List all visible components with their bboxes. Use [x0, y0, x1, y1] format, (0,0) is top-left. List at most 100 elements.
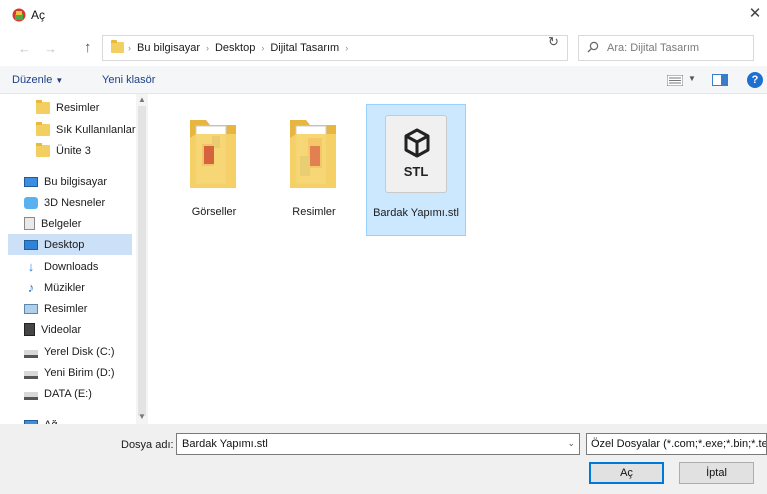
music-icon: ♪ — [27, 279, 35, 295]
file-type-value: Özel Dosyalar (*.com;*.exe;*.bin;*.tex — [591, 438, 767, 450]
folder-icon — [36, 142, 50, 157]
pictures-icon — [24, 303, 38, 314]
breadcrumb: › Bu bilgisayar › Desktop › Dijital Tasa… — [128, 42, 348, 54]
sidebar-item-m-zikler[interactable]: ♪ Müzikler — [24, 277, 136, 298]
forward-button[interactable]: → — [44, 41, 57, 56]
folder-icon — [111, 40, 124, 53]
view-dropdown-icon[interactable]: ▼ — [688, 74, 696, 83]
open-button[interactable]: Aç — [589, 462, 664, 484]
search-input[interactable]: Ara: Dijital Tasarım — [578, 35, 754, 61]
refresh-icon[interactable]: ↻ — [548, 34, 559, 50]
sidebar-item-yeni-birim-d-[interactable]: Yeni Birim (D:) — [24, 362, 136, 383]
file-name: Görseller — [191, 206, 237, 218]
desktop-icon — [24, 239, 38, 250]
sidebar-item-yerel-disk-c-[interactable]: Yerel Disk (C:) — [24, 341, 136, 362]
file-item-bardak-yapimi[interactable]: STL Bardak Yapımı.stl — [366, 104, 466, 236]
folder-icon — [190, 120, 236, 188]
filename-label: Dosya adı: — [121, 439, 174, 451]
navigation-pane: Resimler Sık Kullanılanlar Ünite 3 Bu bilgi… — [0, 94, 148, 424]
sidebar-item-data-e-[interactable]: DATA (E:) — [24, 383, 136, 404]
drive-icon — [24, 391, 38, 400]
filename-input[interactable]: Bardak Yapımı.stl ⌄ — [176, 433, 580, 455]
breadcrumb-item-desktop[interactable]: Desktop — [215, 42, 255, 54]
up-button[interactable]: ↑ — [84, 39, 92, 56]
command-bar: Düzenle ▼ Yeni klasör ▼ ? — [0, 66, 767, 94]
chevron-down-icon[interactable]: ⌄ — [567, 438, 575, 449]
sidebar-item-label: Videolar — [41, 323, 82, 336]
sidebar-item-3d-nesneler[interactable]: 3D Nesneler — [24, 192, 136, 213]
sidebar-item--nite-3[interactable]: Ünite 3 — [36, 140, 148, 161]
dialog-footer: Dosya adı: Bardak Yapımı.stl ⌄ Özel Dosy… — [0, 424, 767, 494]
sidebar-item-label: Sık Kullanılanlar — [56, 123, 136, 136]
sidebar-item-label: Ünite 3 — [56, 144, 91, 157]
computer-icon — [24, 176, 38, 187]
file-type-badge: STL — [403, 164, 429, 179]
scroll-thumb[interactable] — [138, 106, 146, 416]
address-bar[interactable]: › Bu bilgisayar › Desktop › Dijital Tasa… — [102, 35, 630, 61]
sidebar-item-label: Belgeler — [41, 217, 82, 230]
organize-label: Düzenle — [12, 74, 53, 86]
sidebar-item-belgeler[interactable]: Belgeler — [24, 213, 136, 234]
folder-icon — [36, 99, 50, 114]
sidebar-item-resimler[interactable]: Resimler — [36, 97, 148, 118]
sidebar-item-resimler[interactable]: Resimler — [24, 298, 136, 319]
sidebar-item-label: Desktop — [44, 238, 85, 251]
scroll-up-icon[interactable]: ▲ — [137, 95, 147, 104]
sidebar-item-label: Resimler — [44, 302, 88, 315]
organize-button[interactable]: Düzenle ▼ — [12, 74, 63, 86]
new-folder-button[interactable]: Yeni klasör — [102, 74, 155, 86]
breadcrumb-separator: › — [205, 43, 209, 53]
3d-objects-icon — [24, 196, 38, 209]
breadcrumb-separator: › — [261, 43, 265, 53]
file-name: Bardak Yapımı.stl — [373, 207, 459, 219]
sidebar-item-label: Yeni Birim (D:) — [44, 366, 115, 379]
search-placeholder: Ara: Dijital Tasarım — [607, 42, 700, 54]
breadcrumb-separator[interactable]: › — [345, 42, 348, 54]
folder-icon — [290, 120, 336, 188]
sidebar-item-s-k-kullan-lanlar[interactable]: Sık Kullanılanlar — [36, 119, 148, 140]
documents-icon — [24, 217, 35, 230]
breadcrumb-item-bu-bilgisayar[interactable]: Bu bilgisayar — [137, 42, 200, 54]
app-icon — [12, 8, 26, 22]
downloads-icon: ↓ — [27, 258, 35, 274]
filename-value: Bardak Yapımı.stl — [182, 438, 268, 450]
3d-cube-icon — [404, 128, 430, 158]
local-disk-icon — [24, 349, 38, 358]
sidebar-item-videolar[interactable]: Videolar — [24, 319, 136, 340]
close-button[interactable]: ✕ — [745, 4, 765, 24]
videos-icon — [24, 323, 35, 336]
sidebar-item-label: DATA (E:) — [44, 387, 92, 400]
view-options-icon[interactable] — [667, 75, 683, 86]
search-icon — [587, 41, 599, 53]
drive-icon — [24, 370, 38, 379]
file-type-select[interactable]: Özel Dosyalar (*.com;*.exe;*.bin;*.tex — [586, 433, 767, 455]
sidebar-item-bu-bilgisayar[interactable]: Bu bilgisayar — [24, 171, 136, 192]
help-icon[interactable]: ? — [747, 72, 763, 88]
sidebar-item-label: 3D Nesneler — [44, 196, 106, 209]
file-list: Görseller Resimler STL Bardak Yapımı.stl — [148, 94, 767, 424]
file-name: Resimler — [292, 206, 336, 218]
sidebar-item-label: Resimler — [56, 101, 100, 114]
sidebar-item-label: Downloads — [44, 260, 99, 273]
sidebar-item-downloads[interactable]: ↓ Downloads — [24, 256, 136, 277]
preview-pane-icon[interactable] — [712, 74, 728, 86]
folder-icon — [36, 121, 50, 136]
scroll-down-icon[interactable]: ▼ — [137, 412, 147, 421]
back-button[interactable]: ← — [18, 41, 31, 56]
title-bar: Aç ✕ — [0, 0, 767, 30]
sidebar-item-label: Müzikler — [44, 281, 85, 294]
sidebar-item-a-[interactable]: Ağ — [24, 414, 136, 424]
file-item-resimler[interactable]: Resimler — [264, 104, 364, 236]
window-title: Aç — [31, 8, 46, 22]
sidebar-item-desktop[interactable]: Desktop — [8, 234, 132, 255]
sidebar-item-label: Bu bilgisayar — [44, 175, 107, 188]
chevron-down-icon: ▼ — [55, 76, 64, 85]
navigation-bar: ← → ↑ › Bu bilgisayar › Desktop › Dijita… — [0, 30, 767, 66]
sidebar-scrollbar[interactable]: ▲ ▼ — [136, 94, 148, 424]
breadcrumb-separator: › — [128, 43, 131, 53]
stl-file-icon: STL — [385, 115, 447, 193]
breadcrumb-item-dijital-tasarim[interactable]: Dijital Tasarım — [270, 42, 339, 54]
cancel-button[interactable]: İptal — [679, 462, 754, 484]
file-item-gorseller[interactable]: Görseller — [164, 104, 264, 236]
sidebar-item-label: Yerel Disk (C:) — [44, 345, 115, 358]
